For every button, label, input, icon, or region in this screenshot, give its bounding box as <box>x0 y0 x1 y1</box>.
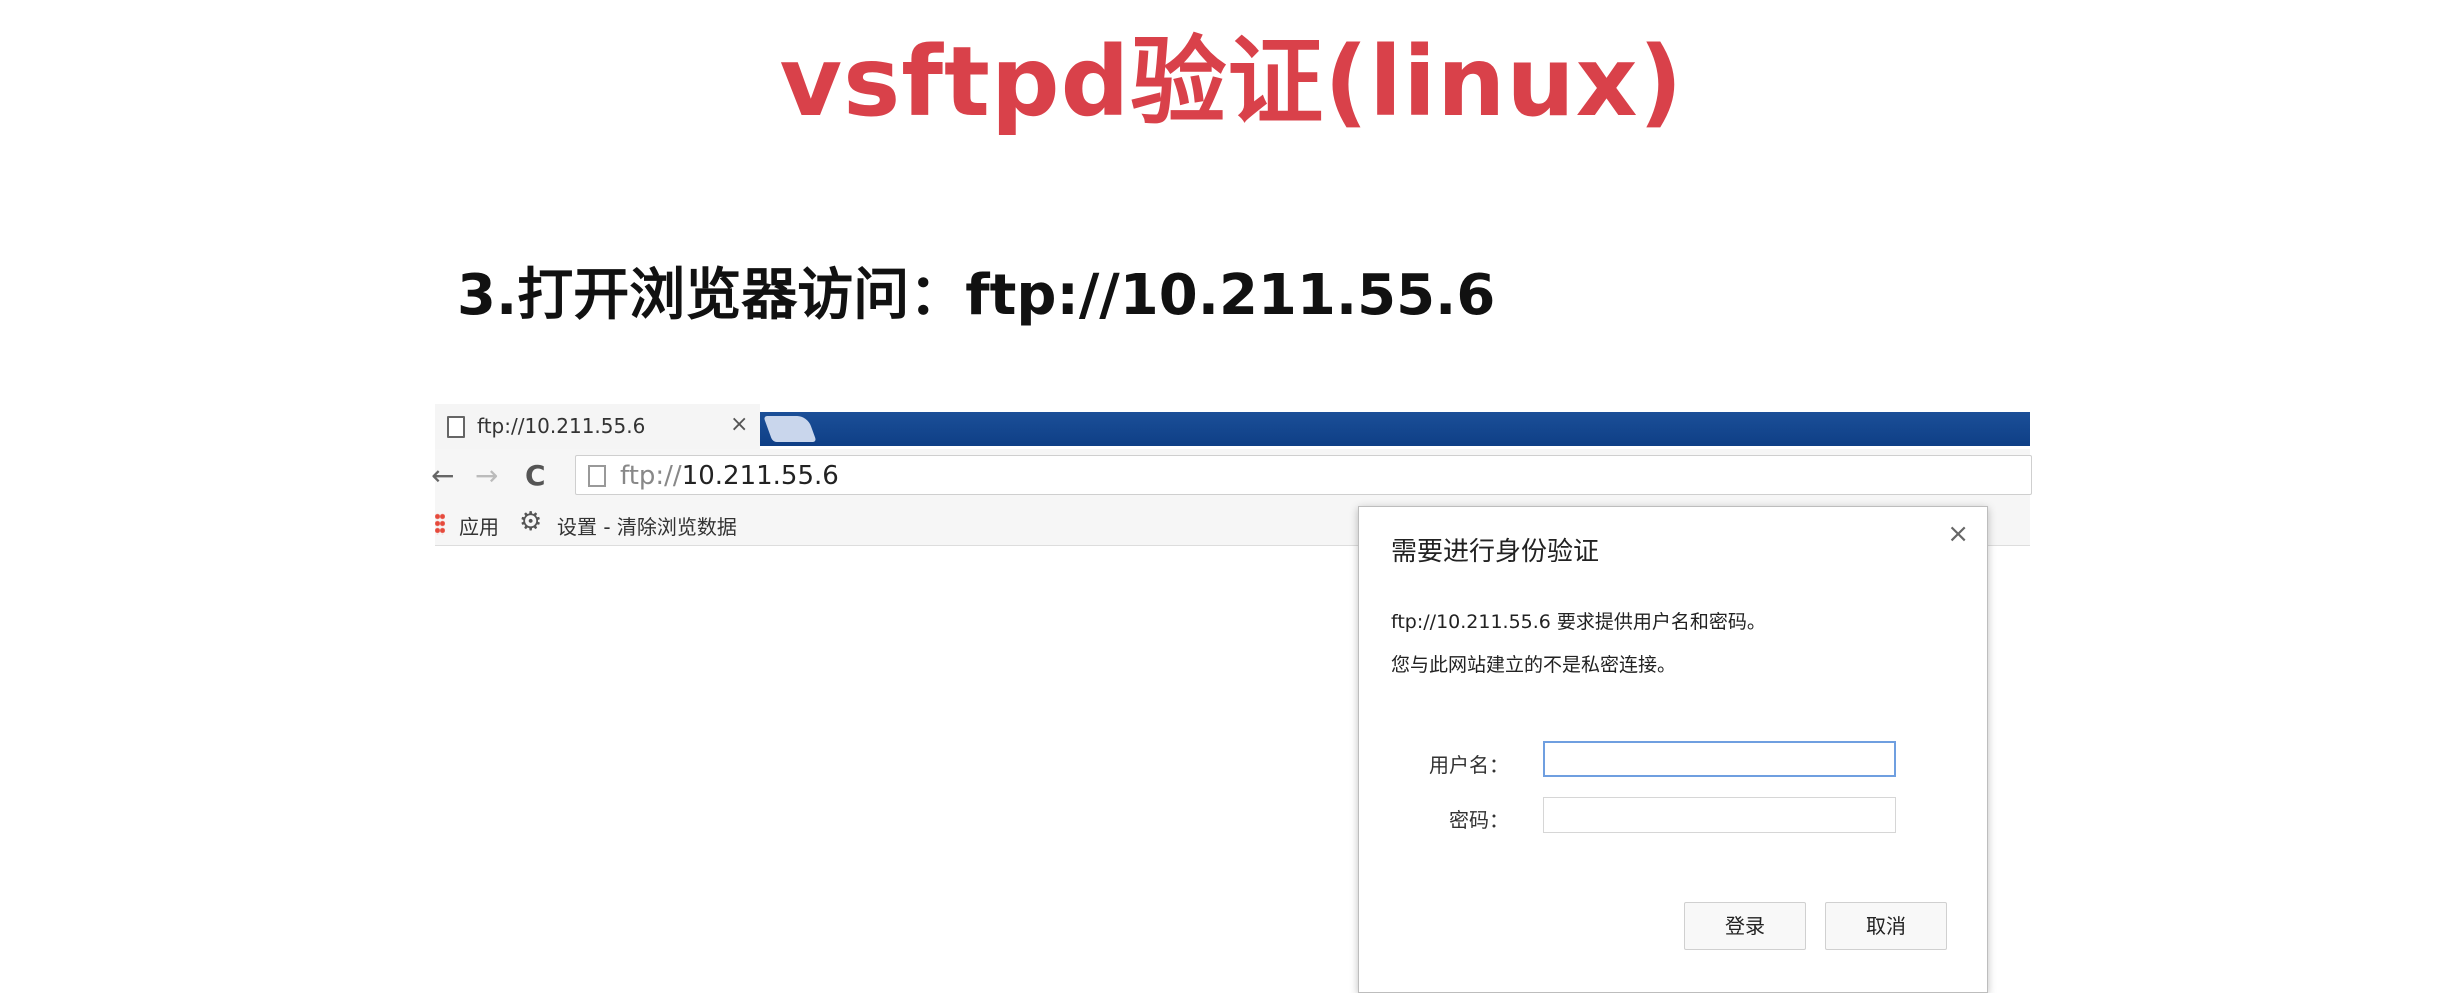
dialog-warning: 您与此网站建立的不是私密连接。 <box>1391 654 1677 676</box>
cancel-button[interactable]: 取消 <box>1825 902 1947 950</box>
username-label: 用户名： <box>1429 753 1509 777</box>
step-heading: 3.打开浏览器访问：ftp://10.211.55.6 <box>457 263 1496 328</box>
page-icon <box>447 416 465 438</box>
back-icon[interactable]: ← <box>431 459 454 492</box>
password-input[interactable] <box>1543 797 1896 833</box>
dialog-message: ftp://10.211.55.6 要求提供用户名和密码。 <box>1391 611 1766 633</box>
gear-icon: ⚙ <box>519 507 543 537</box>
address-scheme: ftp:// <box>620 461 682 491</box>
address-text[interactable]: ftp://10.211.55.6 <box>620 461 839 491</box>
bookmark-apps[interactable]: 应用 <box>459 511 499 540</box>
tab-title: ftp://10.211.55.6 <box>477 414 646 438</box>
auth-dialog: 需要进行身份验证 × ftp://10.211.55.6 要求提供用户名和密码。… <box>1358 506 1988 993</box>
password-label: 密码： <box>1449 808 1509 832</box>
username-input[interactable] <box>1543 741 1896 777</box>
dialog-title: 需要进行身份验证 <box>1391 537 1600 567</box>
bookmark-settings-clear-data[interactable]: 设置 - 清除浏览数据 <box>557 511 737 540</box>
address-host: 10.211.55.6 <box>681 461 839 491</box>
login-button[interactable]: 登录 <box>1684 902 1806 950</box>
dialog-close-icon[interactable]: × <box>1947 519 1969 549</box>
browser-toolbar: ← → C ftp://10.211.55.6 <box>431 449 2032 502</box>
tab-bar: ftp://10.211.55.6 × <box>435 404 2030 450</box>
reload-icon[interactable]: C <box>525 459 546 492</box>
page-icon <box>588 465 606 487</box>
address-bar[interactable]: ftp://10.211.55.6 <box>575 455 2032 495</box>
apps-icon <box>435 513 445 535</box>
forward-icon[interactable]: → <box>475 459 498 492</box>
tab-strip <box>760 412 2030 446</box>
slide-title: vsftpd验证(linux) <box>779 26 1684 138</box>
tab-close-icon[interactable]: × <box>730 412 748 437</box>
new-tab-button[interactable] <box>763 416 817 442</box>
browser-tab[interactable]: ftp://10.211.55.6 × <box>435 404 760 450</box>
